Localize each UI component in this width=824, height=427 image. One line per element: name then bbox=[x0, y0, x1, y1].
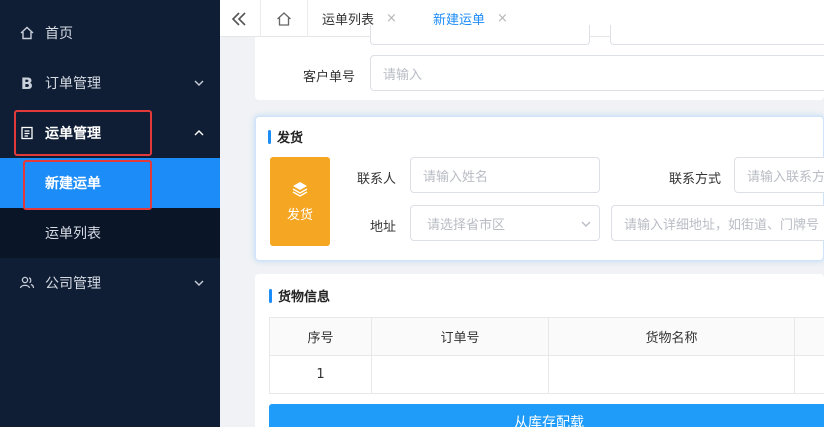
table-cell[interactable] bbox=[794, 355, 824, 394]
shipper-tile-label: 发货 bbox=[286, 208, 313, 223]
load-from-stock-button[interactable]: 从库存配载 bbox=[269, 404, 824, 427]
shipper-panel: 发货 发货 联系人 请输入姓名 联系方式 请输入联系方 地址 请选择省市区 请输… bbox=[255, 116, 824, 261]
region-select[interactable]: 请选择省市区 bbox=[410, 205, 600, 241]
users-icon bbox=[18, 274, 36, 292]
address-detail-input[interactable]: 请输入详细地址，如街道、门牌号 bbox=[611, 205, 824, 241]
tab-home[interactable] bbox=[260, 0, 308, 37]
goods-section-title: 货物信息 bbox=[269, 286, 330, 305]
sidebar-item-company[interactable]: 公司管理 bbox=[0, 258, 220, 308]
tab-label: 运单列表 bbox=[322, 13, 375, 28]
column-header: 序号 bbox=[269, 317, 372, 356]
section-title-text: 货物信息 bbox=[278, 290, 331, 305]
column-header: 订单号 bbox=[371, 317, 549, 356]
prev-field-input[interactable] bbox=[370, 25, 590, 45]
section-title-text: 发货 bbox=[277, 131, 304, 146]
column-header bbox=[794, 317, 824, 356]
contact-name-input[interactable]: 请输入姓名 bbox=[410, 157, 600, 193]
chevron-down-icon bbox=[581, 221, 591, 227]
home-icon bbox=[18, 24, 36, 42]
table-row: 1 bbox=[269, 355, 824, 394]
sidebar-item-label: 首页 bbox=[45, 26, 73, 42]
phone-label: 联系方式 bbox=[668, 172, 721, 187]
sidebar-item-label: 公司管理 bbox=[45, 276, 101, 292]
chevron-down-icon bbox=[194, 280, 204, 286]
customer-no-label: 客户单号 bbox=[302, 70, 355, 85]
region-select-placeholder: 请选择省市区 bbox=[427, 217, 506, 233]
b-icon: B bbox=[20, 73, 34, 93]
sidebar: 首页 B 订单管理 运单管理 新建运单 运单列表 公司管理 bbox=[0, 0, 220, 427]
section-bar bbox=[269, 288, 272, 303]
phone-input[interactable]: 请输入联系方 bbox=[734, 157, 824, 193]
customer-no-input[interactable]: 请输入 bbox=[370, 55, 824, 91]
sidebar-item-label: 运单列表 bbox=[45, 226, 101, 242]
home-icon bbox=[277, 11, 291, 26]
layers-icon bbox=[292, 182, 308, 197]
sidebar-item-waybill-list[interactable]: 运单列表 bbox=[0, 208, 220, 258]
sidebar-item-orders[interactable]: B 订单管理 bbox=[0, 58, 220, 108]
table-header-row: 序号 订单号 货物名称 bbox=[269, 317, 824, 356]
shipper-section-title: 发货 bbox=[268, 127, 303, 146]
table-cell[interactable] bbox=[548, 355, 795, 394]
shipper-tile: 发货 bbox=[270, 157, 330, 246]
close-icon[interactable]: × bbox=[497, 11, 508, 26]
collapse-sidebar-icon[interactable] bbox=[228, 8, 250, 30]
column-header: 货物名称 bbox=[548, 317, 795, 356]
address-label: 地址 bbox=[369, 220, 396, 235]
sidebar-item-home[interactable]: 首页 bbox=[0, 8, 220, 58]
contact-label: 联系人 bbox=[356, 172, 396, 187]
goods-panel: 货物信息 序号 订单号 货物名称 1 从库存配载 bbox=[255, 274, 824, 427]
goods-table: 序号 订单号 货物名称 1 bbox=[269, 317, 824, 394]
table-cell: 1 bbox=[269, 355, 372, 394]
basic-info-panel: 客户单号 请输入 bbox=[255, 25, 824, 100]
main-content: 客户单号 请输入 发货 发货 联系人 请输入姓名 联系方式 请输入联系方 地址 … bbox=[220, 25, 824, 427]
chevron-down-icon bbox=[194, 80, 204, 86]
prev-field-input[interactable] bbox=[610, 25, 824, 45]
highlight-box bbox=[14, 110, 152, 156]
table-cell[interactable] bbox=[371, 355, 549, 394]
close-icon[interactable]: × bbox=[386, 11, 397, 26]
chevron-up-icon bbox=[194, 130, 204, 136]
highlight-box bbox=[23, 160, 152, 210]
sidebar-item-label: 订单管理 bbox=[45, 76, 101, 92]
section-bar bbox=[268, 129, 271, 144]
